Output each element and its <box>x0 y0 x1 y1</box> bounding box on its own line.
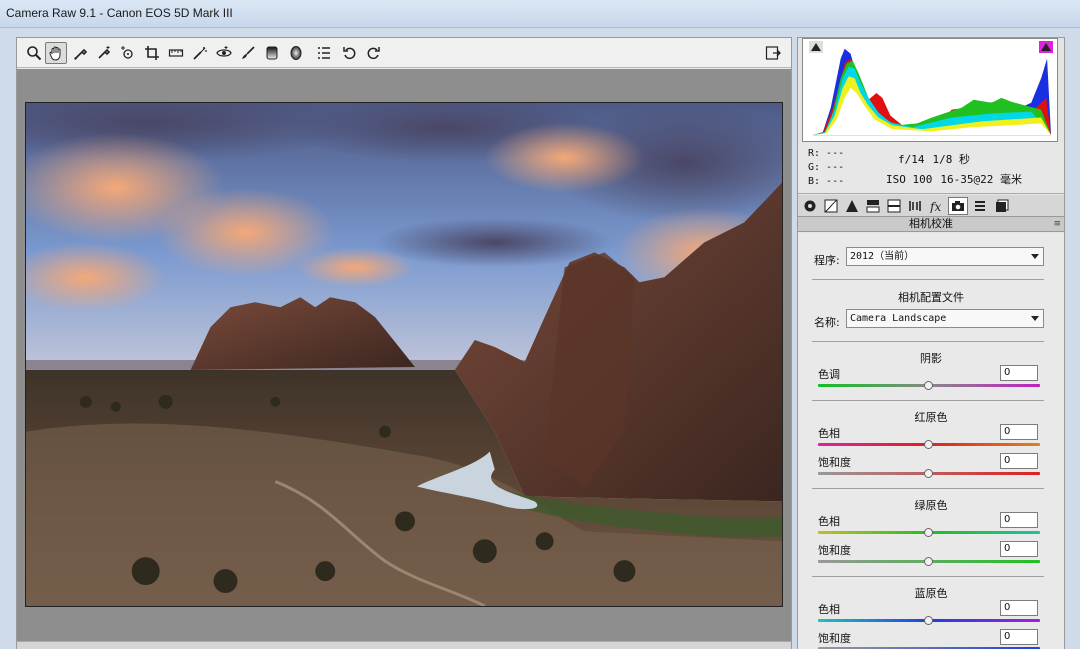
histogram <box>802 38 1058 142</box>
profile-value: Camera Landscape <box>850 313 947 324</box>
shadows-tint-label: 色调 <box>818 368 840 381</box>
red-hue-input[interactable]: 0 <box>1000 424 1038 440</box>
targeted-adjustment-icon[interactable] <box>116 42 138 64</box>
split-toning-icon[interactable] <box>884 197 904 215</box>
image-preview-area[interactable] <box>17 69 791 641</box>
red-eye-icon[interactable] <box>213 42 235 64</box>
preferences-icon[interactable] <box>313 42 335 64</box>
blue-sat-input[interactable]: 0 <box>1000 629 1038 645</box>
divider <box>812 576 1044 577</box>
aperture: f/14 <box>898 153 925 166</box>
snapshots-icon[interactable] <box>992 197 1012 215</box>
r-value: R: --- <box>808 148 845 159</box>
toolbar <box>17 38 791 68</box>
iso: ISO 100 <box>886 173 933 186</box>
tone-curve-icon[interactable] <box>821 197 841 215</box>
svg-text:fx: fx <box>929 200 941 213</box>
lens-corrections-icon[interactable] <box>905 197 925 215</box>
shadow-clipping-icon[interactable] <box>809 41 823 53</box>
process-value: 2012（当前） <box>850 251 915 262</box>
spot-removal-icon[interactable] <box>189 42 211 64</box>
process-select[interactable]: 2012（当前） <box>846 247 1044 266</box>
blue-hue-input[interactable]: 0 <box>1000 600 1038 616</box>
divider <box>812 341 1044 342</box>
graduated-filter-icon[interactable] <box>261 42 283 64</box>
presets-icon[interactable] <box>970 197 990 215</box>
adjustment-brush-icon[interactable] <box>237 42 259 64</box>
rgb-readout: R: --- G: --- B: --- <box>808 147 844 189</box>
panel-header: 相机校准 ≡ <box>798 217 1064 232</box>
main-area <box>16 37 792 649</box>
camera-calibration-panel: 程序: 2012（当前） 相机配置文件 名称: Camera Landscape… <box>798 233 1064 649</box>
toggle-fullscreen-icon[interactable] <box>762 42 784 64</box>
chevron-down-icon <box>1031 254 1039 259</box>
window-title: Camera Raw 9.1 - Canon EOS 5D Mark III <box>6 6 233 20</box>
shadows-tint-input[interactable]: 0 <box>1000 365 1038 381</box>
effects-icon[interactable]: fx <box>926 197 946 215</box>
red-primary-title: 红原色 <box>914 411 948 424</box>
process-label: 程序: <box>814 254 840 267</box>
info-readout: R: --- G: --- B: --- f/14 1/8 秒 ISO 100 16… <box>798 142 1064 194</box>
chevron-down-icon <box>1031 316 1039 321</box>
highlight-clipping-icon[interactable] <box>1039 41 1053 53</box>
zoom-icon[interactable] <box>23 42 45 64</box>
status-bar <box>17 641 791 649</box>
straighten-icon[interactable] <box>165 42 187 64</box>
exif-readout: f/14 1/8 秒 ISO 100 16-35@22 毫米 <box>886 150 1030 190</box>
green-hue-input[interactable]: 0 <box>1000 512 1038 528</box>
panel-title: 相机校准 <box>909 217 953 230</box>
divider <box>812 400 1044 401</box>
panel-menu-icon[interactable]: ≡ <box>1053 217 1061 231</box>
green-sat-thumb[interactable] <box>924 557 933 566</box>
basic-icon[interactable] <box>800 197 820 215</box>
detail-icon[interactable] <box>842 197 862 215</box>
green-sat-input[interactable]: 0 <box>1000 541 1038 557</box>
shadows-title: 阴影 <box>920 352 942 365</box>
camera-calibration-icon[interactable] <box>948 197 968 215</box>
panel-tabs: fx <box>798 195 1064 217</box>
color-sampler-icon[interactable] <box>93 42 115 64</box>
green-primary-title: 绿原色 <box>914 499 948 512</box>
white-balance-icon[interactable] <box>70 42 92 64</box>
lens: 16-35@22 毫米 <box>940 173 1022 186</box>
name-label: 名称: <box>814 316 840 329</box>
red-sat-thumb[interactable] <box>924 469 933 478</box>
photo-preview[interactable] <box>25 102 783 607</box>
radial-filter-icon[interactable] <box>285 42 307 64</box>
rotate-cw-icon[interactable] <box>362 42 384 64</box>
shadows-tint-thumb[interactable] <box>924 381 933 390</box>
crop-icon[interactable] <box>141 42 163 64</box>
shutter: 1/8 秒 <box>932 153 971 166</box>
hand-icon[interactable] <box>45 42 67 64</box>
profile-select[interactable]: Camera Landscape <box>846 309 1044 328</box>
blue-sat-label: 饱和度 <box>818 632 851 645</box>
g-value: G: --- <box>808 162 845 173</box>
red-sat-input[interactable]: 0 <box>1000 453 1038 469</box>
red-sat-label: 饱和度 <box>818 456 851 469</box>
green-sat-label: 饱和度 <box>818 544 851 557</box>
blue-primary-title: 蓝原色 <box>914 587 948 600</box>
green-hue-thumb[interactable] <box>924 528 933 537</box>
green-hue-label: 色相 <box>818 515 840 528</box>
b-value: B: --- <box>808 176 845 187</box>
red-hue-label: 色相 <box>818 427 840 440</box>
divider <box>812 488 1044 489</box>
title-bar: Camera Raw 9.1 - Canon EOS 5D Mark III <box>0 0 1080 28</box>
rotate-ccw-icon[interactable] <box>339 42 361 64</box>
profile-title: 相机配置文件 <box>898 291 964 304</box>
divider <box>812 279 1044 280</box>
blue-hue-thumb[interactable] <box>924 616 933 625</box>
right-panel: R: --- G: --- B: --- f/14 1/8 秒 ISO 100 16… <box>797 37 1065 649</box>
hsl-icon[interactable] <box>863 197 883 215</box>
blue-hue-label: 色相 <box>818 603 840 616</box>
red-hue-thumb[interactable] <box>924 440 933 449</box>
